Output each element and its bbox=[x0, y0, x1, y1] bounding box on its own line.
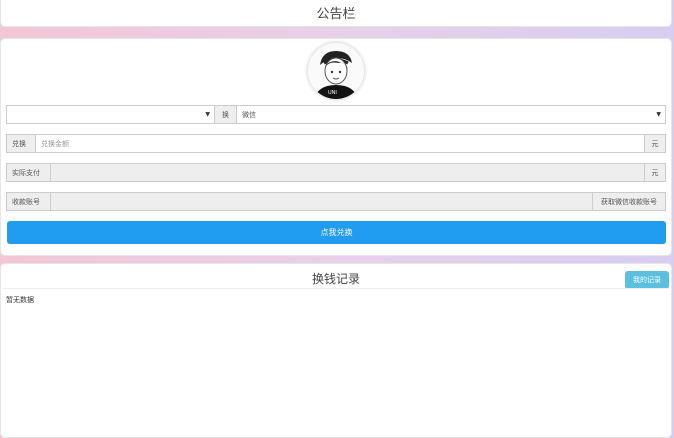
submit-button[interactable]: 点我兑换 bbox=[7, 221, 666, 244]
empty-text: 暂无数据 bbox=[6, 296, 34, 304]
get-account-button[interactable]: 获取微信收款账号 bbox=[592, 192, 666, 211]
my-records-button[interactable]: 我的记录 bbox=[625, 271, 669, 289]
redeem-addon: 兑换 bbox=[6, 134, 36, 153]
exchange-panel: UNI ▼ 换 微信 ▼ 兑换 兑换金额 元 实际支付 元 收款账号 获取微信收… bbox=[0, 38, 672, 256]
source-select[interactable]: ▼ bbox=[6, 105, 215, 124]
chevron-down-icon: ▼ bbox=[656, 111, 661, 118]
convert-addon: 换 bbox=[214, 105, 237, 124]
exchange-method-row: ▼ 换 微信 ▼ bbox=[6, 105, 666, 124]
svg-text:UNI: UNI bbox=[328, 90, 337, 96]
divider bbox=[3, 288, 669, 289]
account-row: 收款账号 获取微信收款账号 bbox=[6, 192, 666, 211]
amount-input[interactable]: 兑换金额 bbox=[35, 134, 645, 153]
notice-title: 公告栏 bbox=[316, 7, 356, 22]
avatar-image: UNI bbox=[308, 43, 364, 99]
chevron-down-icon: ▼ bbox=[205, 111, 210, 118]
actual-pay-row: 实际支付 元 bbox=[6, 163, 666, 182]
avatar: UNI bbox=[308, 43, 364, 99]
unit-addon: 元 bbox=[644, 134, 666, 153]
records-panel: 换钱记录 我的记录 暂无数据 bbox=[0, 263, 672, 438]
target-select-value: 微信 bbox=[242, 110, 256, 119]
target-select[interactable]: 微信 ▼ bbox=[236, 105, 666, 124]
records-title: 换钱记录 bbox=[311, 272, 360, 286]
actual-pay-input bbox=[50, 163, 645, 182]
account-input bbox=[50, 192, 593, 211]
notice-panel: 公告栏 bbox=[0, 0, 672, 27]
account-addon: 收款账号 bbox=[6, 192, 51, 211]
redeem-amount-row: 兑换 兑换金额 元 bbox=[6, 134, 666, 153]
unit-addon: 元 bbox=[644, 163, 666, 182]
actual-pay-addon: 实际支付 bbox=[6, 163, 51, 182]
